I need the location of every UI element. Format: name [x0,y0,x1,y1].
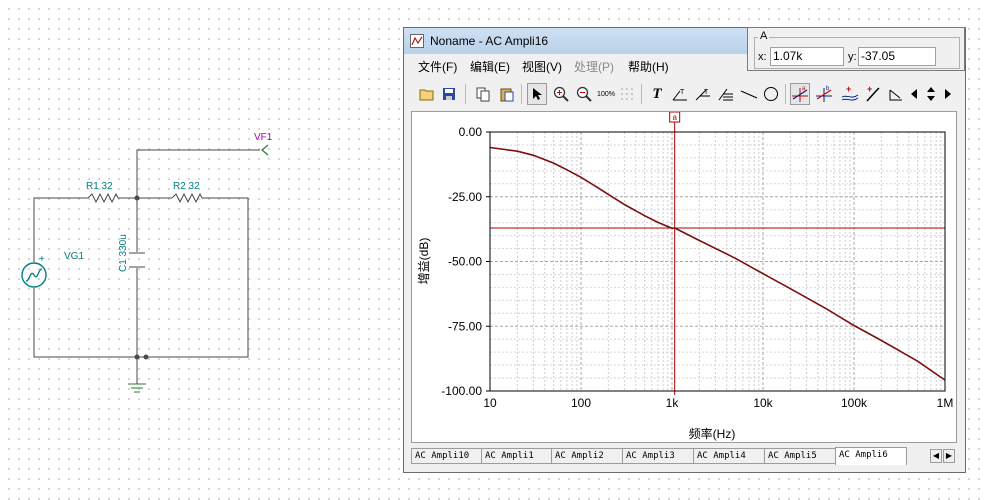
vg1-label: VG1 [64,251,84,262]
tab-scroll-left-icon[interactable]: ◀ [930,449,942,463]
menu-process[interactable]: 处理(P) [574,58,614,75]
cursor-readout: A x: 1.07k y: -37.05 [747,27,965,71]
arrow-label-icon[interactable]: T [670,83,690,105]
prev-icon[interactable] [907,83,921,105]
svg-text:+: + [39,254,45,265]
y-tick-label: -75.00 [448,319,482,333]
x-tick-label: 1k [666,396,680,410]
menu-file[interactable]: 文件(F) [418,58,457,75]
wire[interactable] [33,197,249,358]
y-tick-label: -50.00 [448,255,482,269]
pointer-icon[interactable] [527,83,547,105]
app-icon [410,34,424,48]
tab-ac-ampli2[interactable]: AC Ampli2 [551,448,623,464]
y-tick-label: -25.00 [448,190,482,204]
x-readout-label: x: [758,51,767,63]
capacitor-c1[interactable] [129,252,145,268]
tab-ac-ampli3[interactable]: AC Ampli3 [622,448,694,464]
x-tick-label: 10 [483,396,497,410]
schematic-canvas[interactable]: + R1 32 R2 32 C1 330u VG1 VF1 [0,0,400,500]
y-tick-label: 0.00 [459,125,483,139]
next-icon[interactable] [941,83,955,105]
paste-icon[interactable] [497,83,517,105]
circle-icon[interactable] [761,83,781,105]
junction-dot [134,195,140,201]
ground-icon[interactable] [128,383,146,393]
tab-ac-ampli10[interactable]: AC Ampli10 [411,448,482,464]
text-icon[interactable]: T [647,83,667,105]
zoom-out-icon[interactable] [574,83,594,105]
svg-text:+: + [867,85,872,94]
grid-icon[interactable] [617,83,637,105]
tab-ac-ampli5[interactable]: AC Ampli5 [764,448,836,464]
open-icon[interactable] [417,83,437,105]
wire[interactable] [33,197,88,255]
cursor-b-icon[interactable]: b [814,83,834,105]
toolbar: 100% T T T a b + + [404,76,965,112]
x-tick-label: 1M [937,396,954,410]
menu-help[interactable]: 帮助(H) [628,58,669,75]
cursor-group-label: A [758,30,770,42]
c1-label: C1 330u [118,234,129,272]
arrow-label2-icon[interactable]: T [693,83,713,105]
window-title: Noname - AC Ampli16 [430,34,549,48]
gain-curve[interactable] [489,146,946,381]
ac-analysis-window[interactable]: Noname - AC Ampli16 文件(F) 编辑(E) 视图(V) 处理… [403,27,966,473]
y-tick-label: -100.00 [441,384,482,398]
tab-ac-ampli1[interactable]: AC Ampli1 [481,448,552,464]
cursor-a-label: a [672,113,677,122]
x-tick-label: 100k [841,396,868,410]
svg-text:T: T [680,89,685,96]
x-tick-label: 10k [753,396,773,410]
y-readout-field[interactable]: -37.05 [858,47,936,66]
resistor-r2[interactable] [171,192,203,204]
copy-icon[interactable] [473,83,493,105]
menu-edit[interactable]: 编辑(E) [470,58,510,75]
bode-plot[interactable]: a 10 100 1k 10k 100k 1M 0.00 -25.00 -50.00 -75.00… [411,111,957,443]
menu-view[interactable]: 视图(V) [522,58,562,75]
multi-label-icon[interactable] [716,83,736,105]
junction-dot [134,354,140,360]
x-tick-label: 100 [571,396,591,410]
vf1-label: VF1 [254,132,273,143]
x-axis-label: 频率(Hz) [689,426,736,441]
junction-dot [143,354,149,360]
y-axis-label: 增益(dB) [417,238,431,285]
tab-ac-ampli4[interactable]: AC Ampli4 [693,448,765,464]
add-curve-icon[interactable]: + [840,83,860,105]
save-icon[interactable] [439,83,459,105]
updown-icon[interactable] [923,83,939,105]
r2-label: R2 32 [173,181,200,192]
svg-text:T: T [704,89,709,96]
probe-icon[interactable]: + [863,83,883,105]
r1-label: R1 32 [86,181,113,192]
resistor-r1[interactable] [87,192,119,204]
zoom-in-icon[interactable] [551,83,571,105]
tab-bar: AC Ampli10 AC Ampli1 AC Ampli2 AC Ampli3 AC … [411,447,959,467]
voltage-source-vg1[interactable]: + [21,254,47,300]
line-icon[interactable] [739,83,759,105]
cursor-a-icon[interactable]: a [790,83,810,105]
zoom-100-icon[interactable]: 100% [596,83,616,105]
probe-vf1[interactable] [261,144,269,156]
x-readout-field[interactable]: 1.07k [770,47,844,66]
step-icon[interactable] [886,83,906,105]
svg-text:+: + [846,85,851,94]
tab-scroll-right-icon[interactable]: ▶ [943,449,955,463]
y-readout-label: y: [848,51,857,63]
tab-ac-ampli6[interactable]: AC Ampli6 [835,447,907,465]
